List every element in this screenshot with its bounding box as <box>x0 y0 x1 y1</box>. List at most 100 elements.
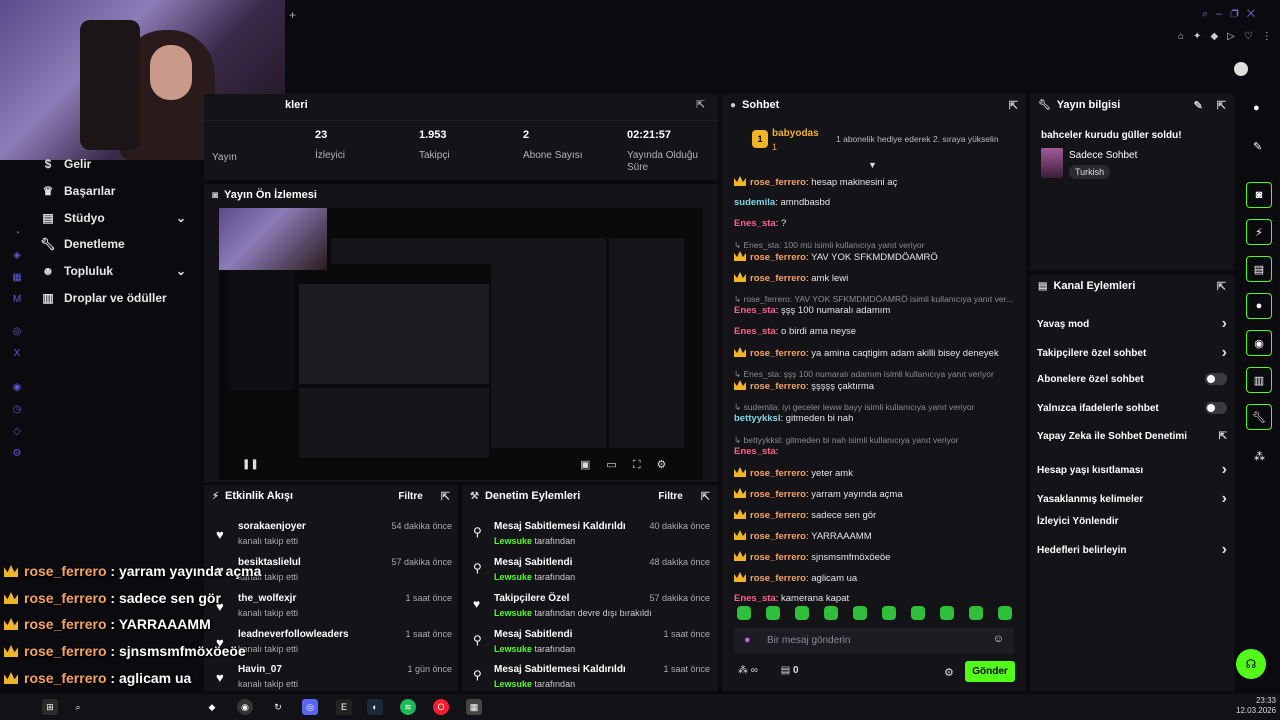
rail-settings-icon[interactable]: ⚙ <box>10 448 24 462</box>
chat-username[interactable]: rose_ferrero <box>750 468 806 479</box>
store-icon[interactable]: ▤ <box>781 665 790 676</box>
heart-icon[interactable]: ♡ <box>1244 31 1262 42</box>
emote-icon[interactable] <box>795 606 809 620</box>
chat-username[interactable]: rose_ferrero <box>750 510 806 521</box>
chat-username[interactable]: bettyykksl <box>734 413 780 424</box>
theater-icon[interactable]: ▭ <box>606 459 632 471</box>
support-button[interactable]: ☊ <box>1236 649 1266 679</box>
chat-username[interactable]: rose_ferrero <box>750 531 806 542</box>
chat-username[interactable]: sudemila <box>734 197 775 208</box>
pin-icon[interactable]: ✦ <box>1193 31 1210 42</box>
bookmark-icon[interactable]: ⌂ <box>1178 31 1193 42</box>
emote-icon[interactable] <box>737 606 751 620</box>
moderation-filter-button[interactable]: Filtre <box>658 491 682 502</box>
pinned-banner[interactable]: 1 babyodas 1 1 abonelik hediye ederek 2.… <box>726 120 1022 160</box>
channel-action-item[interactable]: Hesap yaşı kısıtlaması › <box>1037 461 1227 479</box>
activity-filter-button[interactable]: Filtre <box>398 491 422 502</box>
nav-income[interactable]: $ Gelir <box>40 157 92 171</box>
side-bolt-button[interactable]: ⚡︎ <box>1246 219 1272 245</box>
chat-scroll-down-icon[interactable]: ▼ <box>868 160 877 170</box>
rail-clock-icon[interactable]: ◷ <box>10 404 24 418</box>
side-chat-button[interactable]: ● <box>1246 293 1272 319</box>
chat-username[interactable]: rose_ferrero <box>750 381 806 392</box>
taskbar-calculator-icon[interactable]: ▦ <box>466 699 482 715</box>
chat-username[interactable]: rose_ferrero <box>750 177 806 188</box>
chat-username[interactable]: Enes_sta <box>734 305 776 316</box>
chat-username[interactable]: rose_ferrero <box>750 573 806 584</box>
extension-icon[interactable] <box>1234 62 1248 76</box>
taskbar-opera-icon[interactable]: O <box>433 699 449 715</box>
pause-icon[interactable]: ❚❚ <box>242 459 259 470</box>
search-icon[interactable]: ⌕ <box>1202 8 1216 20</box>
emote-icon[interactable] <box>911 606 925 620</box>
rail-grid-icon[interactable]: ▦ <box>10 272 24 286</box>
toggle-switch[interactable] <box>1205 373 1227 385</box>
menu-icon[interactable]: ⋮ <box>1262 31 1280 42</box>
rail-layers-icon[interactable]: ◈ <box>10 250 24 264</box>
info-icon[interactable]: ● <box>1253 102 1260 114</box>
chat-settings-icon[interactable]: ⚙ <box>944 666 954 679</box>
emote-icon[interactable] <box>853 606 867 620</box>
channel-action-item[interactable]: Yasaklanmış kelimeler › <box>1037 490 1227 508</box>
nav-community[interactable]: ☻ Topluluk ⌄ <box>40 264 190 278</box>
chat-username[interactable]: rose_ferrero <box>750 252 806 263</box>
rail-mail-icon[interactable]: M <box>10 294 24 308</box>
side-wrench-button[interactable]: 🔧︎ <box>1246 404 1272 430</box>
chat-username[interactable]: rose_ferrero <box>750 348 806 359</box>
chat-username[interactable]: Enes_sta <box>734 593 776 604</box>
chat-username[interactable]: Enes_sta <box>734 326 776 337</box>
chat-username[interactable]: Enes_sta <box>734 446 776 457</box>
popout-icon[interactable]: ⇱ <box>701 490 710 503</box>
play-icon[interactable]: ▷ <box>1227 31 1244 42</box>
taskbar-obs-icon[interactable]: ◉ <box>237 699 253 715</box>
emote-icon[interactable] <box>940 606 954 620</box>
chat-toggle-icon[interactable]: ▣ <box>580 459 606 471</box>
fullscreen-icon[interactable]: ⛶ <box>633 459 657 471</box>
rail-x-icon[interactable]: X <box>10 348 24 362</box>
emote-icon[interactable] <box>969 606 983 620</box>
popout-icon[interactable]: ⇱ <box>1009 99 1018 112</box>
channel-action-item[interactable]: Takipçilere özel sohbet › <box>1037 344 1227 362</box>
new-tab-icon[interactable]: + <box>289 8 296 22</box>
taskbar-spotify-icon[interactable]: ≋ <box>400 699 416 715</box>
pencil-icon[interactable]: ✎ <box>1253 140 1262 153</box>
chat-input[interactable]: ● Bir mesaj gönderin ☺ <box>734 628 1014 654</box>
side-broadcast-button[interactable]: ◉ <box>1246 330 1272 356</box>
rail-circle-icon[interactable]: ◉ <box>10 382 24 396</box>
close-icon[interactable]: ✕ <box>1247 8 1263 20</box>
nav-drops[interactable]: ▥ Droplar ve ödüller <box>40 291 166 305</box>
maximize-icon[interactable]: ❐ <box>1230 8 1246 20</box>
preview-video[interactable] <box>219 208 703 480</box>
channel-action-item[interactable]: Hedefleri belirleyin › <box>1037 541 1227 559</box>
nav-studio[interactable]: ▤ Stüdyo ⌄ <box>40 211 190 225</box>
side-camera-button[interactable]: ◙ <box>1246 182 1272 208</box>
edit-icon[interactable]: ✎ <box>1194 99 1203 112</box>
chat-username[interactable]: Enes_sta <box>734 218 776 229</box>
taskbar-epic-icon[interactable]: E <box>336 699 352 715</box>
stats-popout-icon[interactable]: ⇱ <box>696 98 705 111</box>
emote-icon[interactable] <box>766 606 780 620</box>
rail-tag-icon[interactable]: ◇ <box>10 426 24 440</box>
popout-icon[interactable]: ⇱ <box>441 490 450 503</box>
taskbar-arrow-icon[interactable]: ↻ <box>270 699 286 715</box>
nav-achievements[interactable]: ♛ Başarılar <box>40 184 116 198</box>
minimize-icon[interactable]: – <box>1216 8 1230 20</box>
popout-icon[interactable]: ⇱ <box>1217 99 1226 112</box>
chat-username[interactable]: rose_ferrero <box>750 489 806 500</box>
shield-icon[interactable]: ◆ <box>1210 31 1227 42</box>
taskbar-windows-icon[interactable]: ⊞ <box>42 699 58 715</box>
channel-action-item[interactable]: Yapay Zeka ile Sohbet Denetimi ⇱ <box>1037 431 1227 442</box>
rail-discord-icon[interactable]: ◎ <box>10 326 24 340</box>
rail-home-icon[interactable]: ◔ <box>10 228 24 242</box>
settings-icon[interactable]: ⚙ <box>657 459 683 471</box>
taskbar-discord-icon[interactable]: ◎ <box>302 699 318 715</box>
emote-icon[interactable] <box>998 606 1012 620</box>
channel-action-item[interactable]: Yalnızca ifadelerle sohbet <box>1037 402 1227 414</box>
channel-action-item[interactable]: İzleyici Yönlendir <box>1037 516 1227 527</box>
channel-action-item[interactable]: Yavaş mod › <box>1037 315 1227 333</box>
taskbar-search-icon[interactable]: ⌕ <box>70 699 86 715</box>
send-button[interactable]: Gönder <box>965 661 1015 682</box>
taskbar-app-icon[interactable]: ◆ <box>204 699 220 715</box>
taskbar-steam-icon[interactable]: ◐ <box>367 699 383 715</box>
chat-username[interactable]: rose_ferrero <box>750 552 806 563</box>
